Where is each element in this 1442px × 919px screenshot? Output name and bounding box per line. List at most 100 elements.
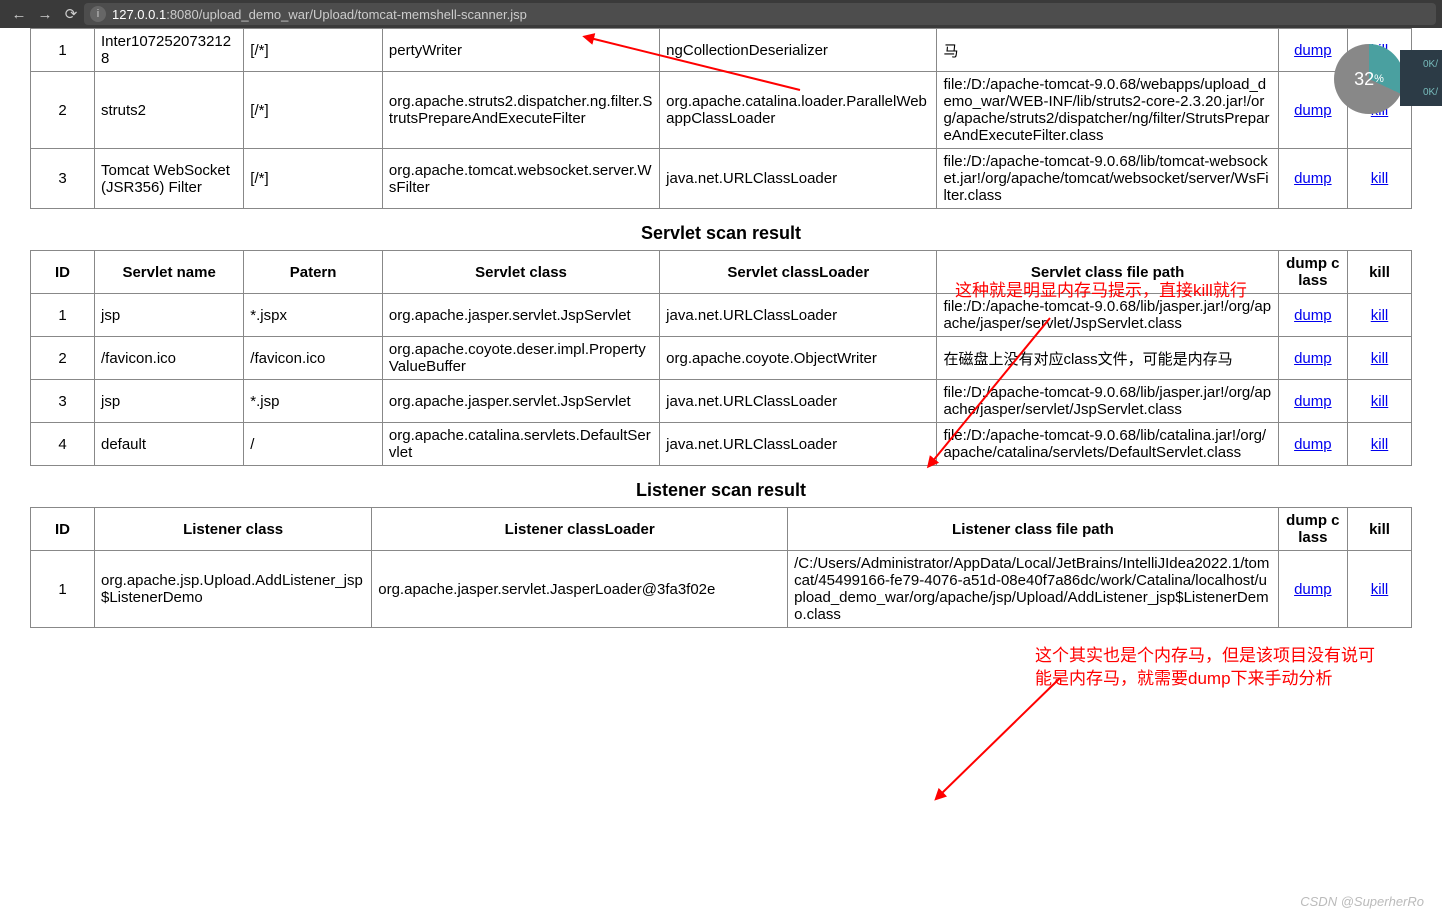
cell-id: 1: [31, 29, 95, 72]
cell-loader: org.apache.catalina.loader.ParallelWebap…: [660, 72, 937, 149]
cell-pattern: /favicon.ico: [244, 337, 383, 380]
dump-link[interactable]: dump: [1294, 170, 1332, 187]
servlet-table: IDServlet namePaternServlet classServlet…: [30, 250, 1412, 466]
cell-id: 4: [31, 423, 95, 466]
kill-link[interactable]: kill: [1371, 581, 1389, 598]
dump-link[interactable]: dump: [1294, 581, 1332, 598]
col-header: kill: [1348, 508, 1412, 551]
cell-id: 3: [31, 380, 95, 423]
cell-id: 1: [31, 551, 95, 628]
cell-class: org.apache.tomcat.websocket.server.WsFil…: [382, 149, 659, 209]
speed-indicator: 0K/0K/: [1400, 50, 1442, 106]
forward-button[interactable]: →: [32, 6, 58, 23]
col-header: Patern: [244, 251, 383, 294]
cell-path: file:/D:/apache-tomcat-9.0.68/lib/jasper…: [937, 294, 1278, 337]
address-bar[interactable]: i 127.0.0.1:8080/upload_demo_war/Upload/…: [84, 3, 1436, 25]
dump-link[interactable]: dump: [1294, 436, 1332, 453]
servlet-section-title: Servlet scan result: [30, 223, 1412, 244]
cell-path: 马: [937, 29, 1278, 72]
cell-name: Tomcat WebSocket (JSR356) Filter: [94, 149, 243, 209]
cell-pattern: [/*]: [244, 149, 383, 209]
col-header: Listener classLoader: [372, 508, 788, 551]
kill-link[interactable]: kill: [1371, 393, 1389, 410]
cell-name: struts2: [94, 72, 243, 149]
dump-link[interactable]: dump: [1294, 102, 1332, 119]
url-text: 127.0.0.1:8080/upload_demo_war/Upload/to…: [112, 7, 527, 22]
cell-id: 1: [31, 294, 95, 337]
col-header: kill: [1348, 251, 1412, 294]
annotation-arrow-3: [920, 670, 1080, 810]
table-row: 1 jsp *.jspx org.apache.jasper.servlet.J…: [31, 294, 1412, 337]
cell-name: jsp: [94, 294, 243, 337]
listener-table: IDListener classListener classLoaderList…: [30, 507, 1412, 628]
cell-name: /favicon.ico: [94, 337, 243, 380]
col-header: Servlet classLoader: [660, 251, 937, 294]
cell-class: org.apache.jasper.servlet.JspServlet: [382, 380, 659, 423]
reload-button[interactable]: ⟳: [58, 5, 84, 23]
browser-toolbar: ← → ⟳ i 127.0.0.1:8080/upload_demo_war/U…: [0, 0, 1442, 28]
kill-link[interactable]: kill: [1371, 170, 1389, 187]
cell-loader: java.net.URLClassLoader: [660, 423, 937, 466]
kill-link[interactable]: kill: [1371, 350, 1389, 367]
table-row: 1 Inter1072520732128 [/*] pertyWriter ng…: [31, 29, 1412, 72]
cell-pattern: *.jspx: [244, 294, 383, 337]
cell-path: file:/D:/apache-tomcat-9.0.68/lib/catali…: [937, 423, 1278, 466]
cell-loader: java.net.URLClassLoader: [660, 380, 937, 423]
col-header: Listener class: [94, 508, 371, 551]
cell-kill: kill: [1348, 149, 1412, 209]
cell-class: org.apache.struts2.dispatcher.ng.filter.…: [382, 72, 659, 149]
cell-kill: kill: [1348, 337, 1412, 380]
cell-kill: kill: [1348, 294, 1412, 337]
cell-dump: dump: [1278, 551, 1347, 628]
cell-kill: kill: [1348, 380, 1412, 423]
col-header: Servlet class file path: [937, 251, 1278, 294]
col-header: Servlet class: [382, 251, 659, 294]
cell-kill: kill: [1348, 423, 1412, 466]
cell-pattern: [/*]: [244, 72, 383, 149]
table-row: 3 jsp *.jsp org.apache.jasper.servlet.Js…: [31, 380, 1412, 423]
cell-path: /C:/Users/Administrator/AppData/Local/Je…: [788, 551, 1279, 628]
cell-loader: org.apache.coyote.ObjectWriter: [660, 337, 937, 380]
cell-loader: org.apache.jasper.servlet.JasperLoader@3…: [372, 551, 788, 628]
col-header: Listener class file path: [788, 508, 1279, 551]
listener-section-title: Listener scan result: [30, 480, 1412, 501]
annotation-text-2: 这个其实也是个内存马，但是该项目没有说可能是内存马，就需要dump下来手动分析: [1035, 645, 1375, 691]
cell-dump: dump: [1278, 423, 1347, 466]
col-header: ID: [31, 508, 95, 551]
watermark: CSDN @SuperherRo: [1300, 894, 1424, 909]
dump-link[interactable]: dump: [1294, 350, 1332, 367]
col-header: ID: [31, 251, 95, 294]
cell-path: file:/D:/apache-tomcat-9.0.68/lib/jasper…: [937, 380, 1278, 423]
cell-name: Inter1072520732128: [94, 29, 243, 72]
table-row: 3 Tomcat WebSocket (JSR356) Filter [/*] …: [31, 149, 1412, 209]
cell-id: 2: [31, 72, 95, 149]
cell-loader: java.net.URLClassLoader: [660, 294, 937, 337]
table-row: 1 org.apache.jsp.Upload.AddListener_jsp$…: [31, 551, 1412, 628]
back-button[interactable]: ←: [6, 6, 32, 23]
cell-name: default: [94, 423, 243, 466]
dump-link[interactable]: dump: [1294, 393, 1332, 410]
kill-link[interactable]: kill: [1371, 436, 1389, 453]
dump-link[interactable]: dump: [1294, 42, 1332, 59]
cell-pattern: /: [244, 423, 383, 466]
cell-id: 2: [31, 337, 95, 380]
dump-link[interactable]: dump: [1294, 307, 1332, 324]
info-icon[interactable]: i: [90, 6, 106, 22]
cell-class: org.apache.coyote.deser.impl.PropertyVal…: [382, 337, 659, 380]
table-row: 2 struts2 [/*] org.apache.struts2.dispat…: [31, 72, 1412, 149]
cell-path: 在磁盘上没有对应class文件，可能是内存马: [937, 337, 1278, 380]
cell-class: org.apache.jasper.servlet.JspServlet: [382, 294, 659, 337]
filter-table: 1 Inter1072520732128 [/*] pertyWriter ng…: [30, 28, 1412, 209]
cell-class: org.apache.jsp.Upload.AddListener_jsp$Li…: [94, 551, 371, 628]
cell-loader: java.net.URLClassLoader: [660, 149, 937, 209]
cell-dump: dump: [1278, 149, 1347, 209]
kill-link[interactable]: kill: [1371, 307, 1389, 324]
cell-loader: ngCollectionDeserializer: [660, 29, 937, 72]
cell-dump: dump: [1278, 337, 1347, 380]
col-header: Servlet name: [94, 251, 243, 294]
cell-name: jsp: [94, 380, 243, 423]
col-header: dump class: [1278, 251, 1347, 294]
cell-class: org.apache.catalina.servlets.DefaultServ…: [382, 423, 659, 466]
cell-dump: dump: [1278, 294, 1347, 337]
cell-pattern: [/*]: [244, 29, 383, 72]
